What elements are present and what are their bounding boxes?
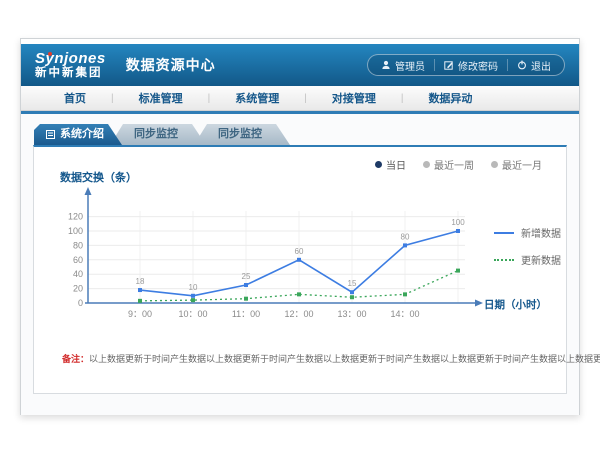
tab-label: 同步监控: [218, 124, 262, 145]
tab-sync-monitor-2[interactable]: 同步监控: [194, 124, 290, 145]
data-point: [403, 243, 407, 247]
x-tick-label: 11：00: [232, 309, 260, 319]
y-tick-label: 120: [68, 212, 83, 222]
footnote-label: 备注：: [62, 354, 89, 364]
x-axis-title: 日期（小时）: [484, 297, 547, 312]
legend-item-updated-data: 更新数据: [494, 252, 561, 267]
logo-subtitle: 新中新集团: [35, 67, 106, 79]
page-title: 数据资源中心: [126, 55, 216, 75]
x-tick-label: 12：00: [284, 309, 313, 319]
filter-label: 最近一周: [434, 157, 474, 172]
y-tick-label: 60: [73, 255, 83, 265]
logout-button[interactable]: 退出: [508, 58, 560, 73]
change-password-label: 修改密码: [458, 58, 498, 73]
x-tick-label: 9：00: [128, 309, 152, 319]
data-point: [138, 299, 142, 303]
filter-today-radio[interactable]: 当日: [375, 157, 406, 172]
data-point: [191, 298, 195, 302]
radio-dot-icon: [423, 161, 430, 168]
dotted-line-swatch-icon: [494, 259, 514, 261]
nav-item-system[interactable]: 系统管理: [210, 90, 304, 106]
data-point: [191, 294, 195, 298]
tab-system-intro[interactable]: 系统介绍: [34, 124, 122, 145]
filter-last-week-radio[interactable]: 最近一周: [423, 157, 474, 172]
data-point: [297, 292, 301, 296]
tab-label: 同步监控: [134, 124, 178, 145]
filter-label: 最近一月: [502, 157, 542, 172]
radio-dot-icon: [491, 161, 498, 168]
legend-label: 新增数据: [521, 225, 561, 240]
data-point: [244, 283, 248, 287]
chart-panel: 当日 最近一周 最近一月 数据交换（条） 0204060801001209：00…: [33, 145, 567, 394]
y-tick-label: 40: [73, 269, 83, 279]
y-tick-label: 0: [78, 298, 83, 308]
x-tick-label: 14：00: [390, 309, 419, 319]
nav-item-data-changes[interactable]: 数据异动: [403, 90, 497, 106]
point-label: 80: [401, 232, 410, 241]
data-point: [297, 258, 301, 262]
user-label: 管理员: [395, 58, 425, 73]
data-point: [138, 288, 142, 292]
point-label: 25: [242, 272, 251, 281]
data-point: [244, 297, 248, 301]
data-point: [456, 229, 460, 233]
nav-item-integration[interactable]: 对接管理: [307, 90, 401, 106]
nav-item-standards[interactable]: 标准管理: [114, 90, 208, 106]
user-menu: 管理员 修改密码 退出: [367, 54, 565, 76]
y-axis-arrow: [85, 187, 92, 195]
tab-label: 系统介绍: [60, 124, 104, 145]
data-point: [456, 269, 460, 273]
app-window: Synjones 新中新集团 数据资源中心 管理员 修改密码: [20, 38, 580, 415]
solid-line-swatch-icon: [494, 232, 514, 234]
tab-sync-monitor-1[interactable]: 同步监控: [110, 124, 206, 145]
content-area: 系统介绍 同步监控 同步监控 当日 最近一周: [21, 114, 579, 415]
x-axis-arrow: [475, 300, 483, 307]
y-tick-label: 80: [73, 240, 83, 250]
radio-dot-icon: [375, 161, 382, 168]
filter-label: 当日: [386, 157, 406, 172]
company-logo: Synjones 新中新集团: [35, 51, 106, 79]
data-point: [350, 290, 354, 294]
tab-bar: 系统介绍 同步监控 同步监控: [34, 124, 567, 145]
range-filter-group: 当日 最近一周 最近一月: [375, 157, 542, 172]
nav-item-home[interactable]: 首页: [39, 90, 111, 106]
logo-title: Synjones: [35, 51, 106, 67]
main-nav: 首页 | 标准管理 | 系统管理 | 对接管理 | 数据异动: [21, 86, 579, 111]
legend-item-new-data: 新增数据: [494, 225, 561, 240]
power-icon: [517, 60, 527, 70]
data-point: [350, 295, 354, 299]
point-label: 15: [348, 279, 357, 288]
list-icon: [46, 130, 55, 139]
top-header-bar: Synjones 新中新集团 数据资源中心 管理员 修改密码: [21, 44, 579, 86]
filter-last-month-radio[interactable]: 最近一月: [491, 157, 542, 172]
y-tick-label: 100: [68, 226, 83, 236]
user-icon: [381, 60, 391, 70]
legend-label: 更新数据: [521, 252, 561, 267]
x-tick-label: 10：00: [178, 309, 207, 319]
footnote: 备注：以上数据更新于时间产生数据以上数据更新于时间产生数据以上数据更新于时间产生…: [62, 352, 600, 365]
point-label: 100: [451, 218, 465, 227]
change-password-button[interactable]: 修改密码: [435, 58, 507, 73]
point-label: 10: [189, 283, 198, 292]
point-label: 18: [136, 277, 145, 286]
logout-label: 退出: [531, 58, 551, 73]
line-chart: 0 20 40 60 80 100 120 9：00 10：00 11：00 12：00 13：00 1…: [50, 181, 502, 338]
point-label: 60: [295, 247, 304, 256]
x-tick-label: 13：00: [337, 309, 366, 319]
footnote-text: 以上数据更新于时间产生数据以上数据更新于时间产生数据以上数据更新于时间产生数据以…: [89, 354, 600, 364]
current-user-button[interactable]: 管理员: [372, 58, 434, 73]
data-point: [403, 292, 407, 296]
edit-icon: [444, 60, 454, 70]
y-tick-label: 20: [73, 284, 83, 294]
chart-legend: 新增数据 更新数据: [494, 225, 561, 267]
